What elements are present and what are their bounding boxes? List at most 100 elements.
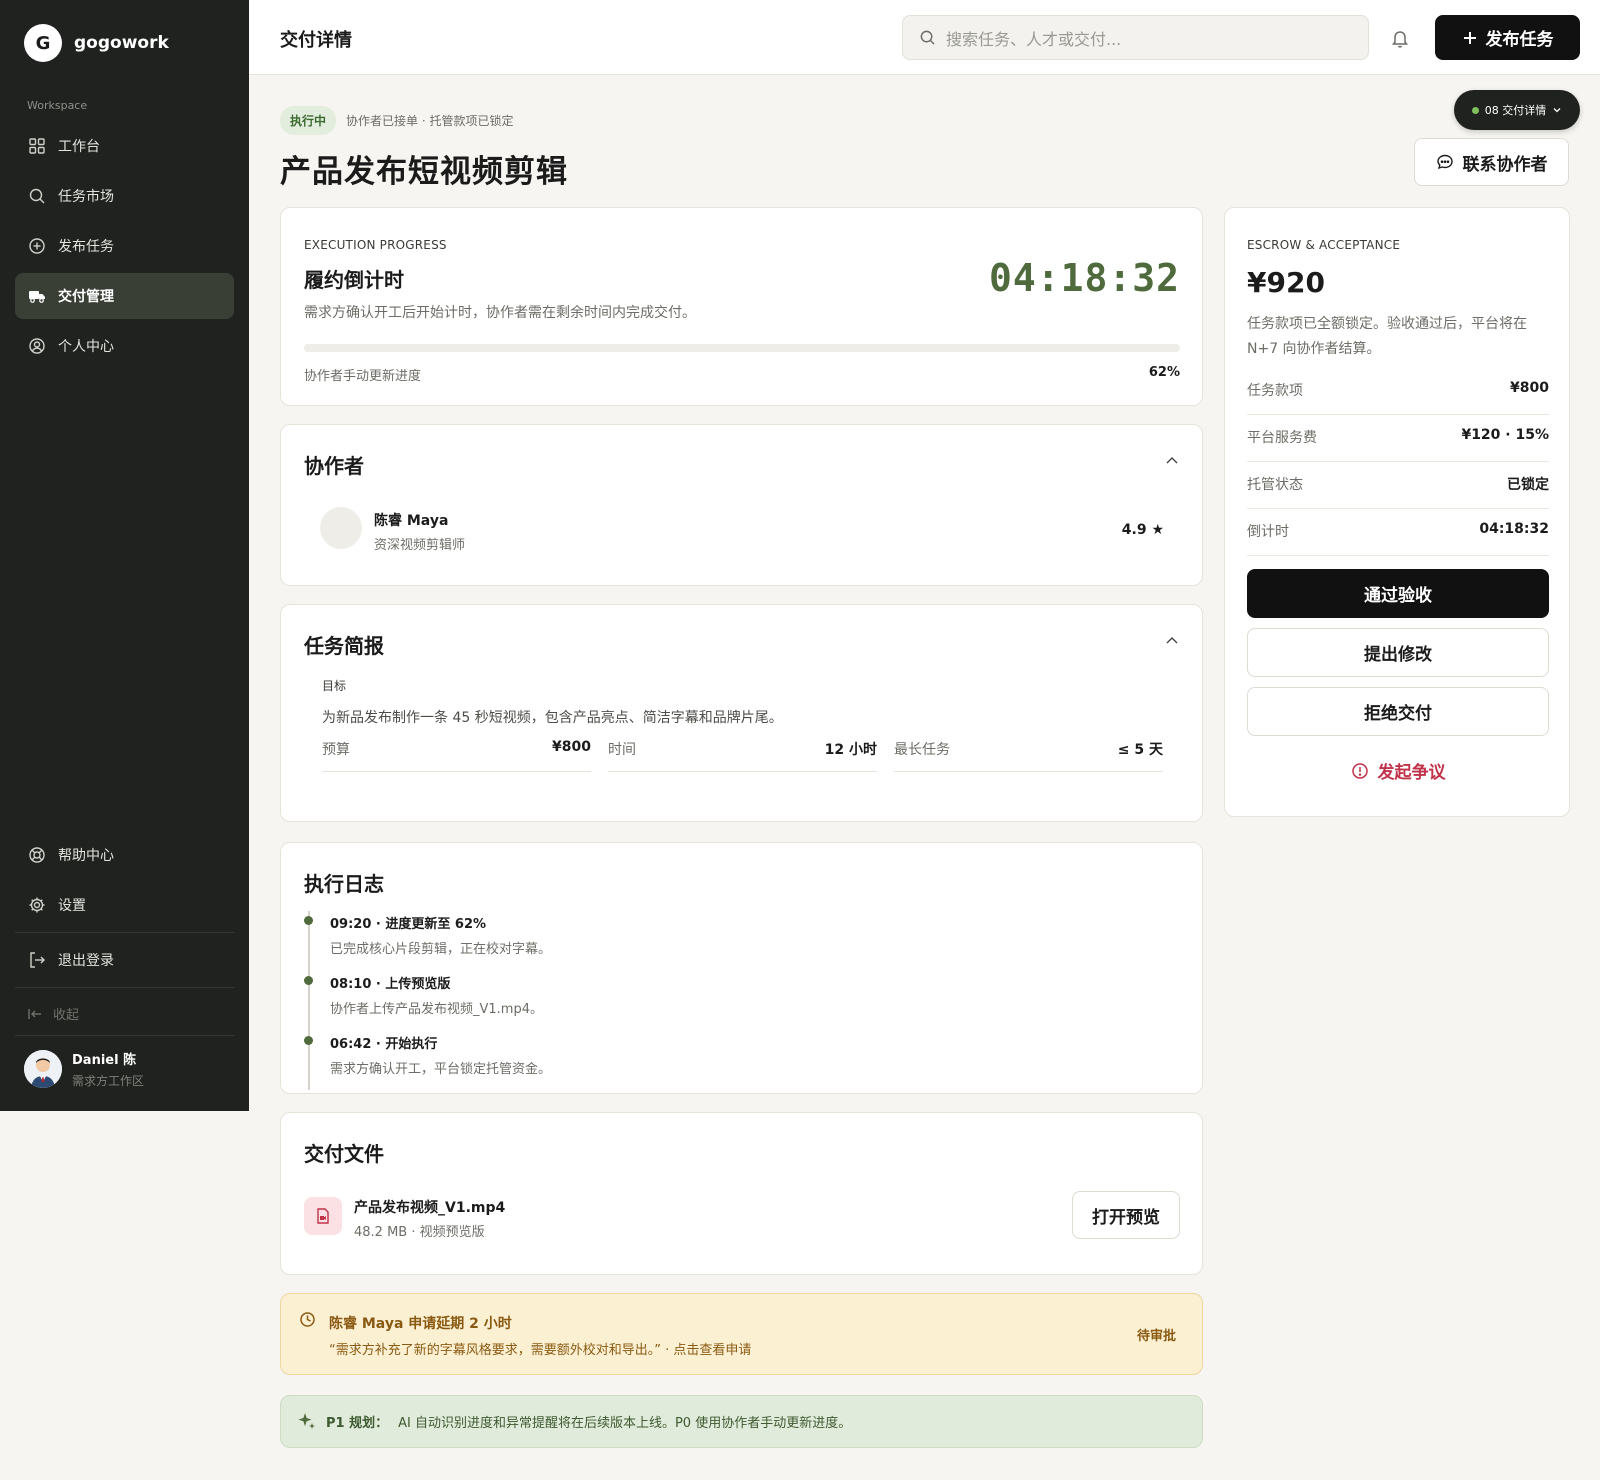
divider [15,932,234,933]
escrow-card: ESCROW & ACCEPTANCE ¥920 任务款项已全额锁定。验收通过后… [1224,207,1570,817]
sidebar-nav: 工作台 任务市场 发布任务 交付管理 个人中心 [15,123,234,373]
user-workspace: 需求方工作区 [72,1074,145,1088]
chat-icon [1436,154,1453,170]
lifebuoy-icon [29,847,45,863]
grid-icon [29,138,45,154]
gear-icon [29,897,45,913]
notice-title: 陈睿 Maya 申请延期 2 小时 [329,1316,512,1332]
escrow-row-label: 平台服务费 [1247,430,1317,446]
publish-task-button[interactable]: 发布任务 [1435,15,1580,60]
workspace-label: Workspace [27,99,88,112]
file-name[interactable]: 产品发布视频_V1.mp4 [354,1197,505,1217]
contact-label: 联系协作者 [1462,154,1548,175]
collaborator-card: 协作者 陈睿 Maya 资深视频剪辑师 4.9 ★ [280,424,1203,586]
escrow-row: 托管状态 已锁定 [1247,474,1549,509]
log-entry-desc: 需求方确认开工，平台锁定托管资金。 [330,1062,552,1077]
sidebar-item-profile[interactable]: 个人中心 [15,323,234,369]
collapse-button[interactable]: 收起 [27,1004,79,1023]
sidebar-item-label: 交付管理 [58,289,114,305]
sidebar-item-label: 帮助中心 [58,848,114,864]
sidebar-item-label: 任务市场 [58,189,114,205]
escrow-eyebrow: ESCROW & ACCEPTANCE [1247,238,1401,252]
collaborator-name: 陈睿 Maya [374,513,449,529]
sidebar-item-logout[interactable]: 退出登录 [15,937,234,983]
collaborator-rating: 4.9 ★ [1121,522,1164,538]
escrow-amount: ¥920 [1247,266,1325,299]
accept-delivery-button[interactable]: 通过验收 [1247,569,1549,618]
delivery-files-card: 交付文件 产品发布视频_V1.mp4 48.2 MB · 视频预览版 打开预览 [280,1112,1203,1275]
progress-eyebrow: EXECUTION PROGRESS [304,238,447,252]
raise-dispute-button[interactable]: 发起争议 [1225,758,1571,783]
dispute-label: 发起争议 [1377,763,1446,783]
progress-bar [304,344,1180,352]
notice-status: 待审批 [1136,1329,1176,1344]
status-subtitle: 协作者已接单 · 托管款项已锁定 [346,114,514,128]
contact-collaborator-button[interactable]: 联系协作者 [1414,138,1569,186]
avatar [24,1050,62,1088]
sidebar-item-label: 发布任务 [58,239,114,255]
sidebar-item-market[interactable]: 任务市场 [15,173,234,219]
reject-delivery-button[interactable]: 拒绝交付 [1247,687,1549,736]
sidebar-item-delivery[interactable]: 交付管理 [15,273,234,319]
search-input[interactable]: 搜索任务、人才或交付... [902,15,1369,60]
timeline-line [308,911,310,1090]
section-jump-dropdown[interactable]: 08 交付详情 [1454,90,1580,130]
notice-desc: “需求方补充了新的字幕风格要求，需要额外校对和导出。” · 点击查看申请 [329,1343,752,1358]
search-icon [920,30,935,45]
request-revision-button[interactable]: 提出修改 [1247,628,1549,677]
log-entry-title: 06:42 · 开始执行 [330,1037,438,1052]
escrow-row: 倒计时 04:18:32 [1247,521,1549,556]
sidebar-item-label: 工作台 [58,139,100,155]
publish-label: 发布任务 [1485,30,1554,50]
logout-icon [30,952,45,968]
sidebar-item-help[interactable]: 帮助中心 [15,832,234,878]
status-badge: 执行中 [280,106,337,135]
brand-logo: G [24,24,62,62]
progress-bar-fill [304,344,848,352]
search-placeholder: 搜索任务、人才或交付... [946,29,1122,49]
divider [15,1035,234,1036]
file-meta: 48.2 MB · 视频预览版 [354,1225,485,1240]
collapse-label: 收起 [53,1008,80,1023]
sparkle-icon [298,1413,315,1429]
task-brief-card: 任务简报 目标 为新品发布制作一条 45 秒短视频，包含产品亮点、简洁字幕和品牌… [280,604,1203,822]
metric-max-duration: 最长任务 ≤ 5 天 [894,739,1163,772]
user-profile[interactable]: Daniel 陈 需求方工作区 [24,1049,144,1089]
timeline-dot [304,976,313,985]
bell-icon[interactable] [1389,27,1411,49]
progress-label: 协作者手动更新进度 [304,369,422,384]
timeline-dot [304,916,313,925]
page-title: 产品发布短视频剪辑 [280,154,568,190]
log-entry-title: 08:10 · 上传预览版 [330,977,451,992]
extension-request-notice[interactable]: 陈睿 Maya 申请延期 2 小时 “需求方补充了新的字幕风格要求，需要额外校对… [280,1293,1203,1375]
sidebar-item-dashboard[interactable]: 工作台 [15,123,234,169]
sidebar: G gogowork Workspace 工作台 任务市场 发布任务 交付管理 … [0,0,249,1111]
escrow-row-value: ¥120 · 15% [1461,427,1549,443]
metric-label: 预算 [322,742,350,758]
timeline-dot [304,1036,313,1045]
sidebar-item-label: 个人中心 [58,339,114,355]
search-icon [29,188,45,204]
plan-text: AI 自动识别进度和异常提醒将在后续版本上线。P0 使用协作者手动更新进度。 [398,1416,852,1431]
collaborator-role: 资深视频剪辑师 [374,538,466,553]
live-dot [1471,106,1479,114]
escrow-row-value: 04:18:32 [1479,521,1549,537]
escrow-row-value: 已锁定 [1507,477,1549,493]
brief-title: 任务简报 [304,634,384,658]
video-file-icon [304,1197,342,1235]
chevron-up-icon[interactable] [1164,453,1180,469]
sidebar-item-settings[interactable]: 设置 [15,882,234,928]
countdown-timer: 04:18:32 [988,256,1180,300]
escrow-row: 任务款项 ¥800 [1247,380,1549,415]
section-jump-label: 08 交付详情 [1484,104,1547,117]
open-preview-button[interactable]: 打开预览 [1072,1191,1180,1239]
brand[interactable]: G gogowork [24,24,169,62]
log-title: 执行日志 [304,872,384,896]
metric-value: ≤ 5 天 [1117,742,1163,758]
goal-text: 为新品发布制作一条 45 秒短视频，包含产品亮点、简洁字幕和品牌片尾。 [322,710,783,726]
status-row: 执行中 协作者已接单 · 托管款项已锁定 [280,106,513,135]
avatar [320,507,362,549]
sidebar-item-publish[interactable]: 发布任务 [15,223,234,269]
chevron-up-icon[interactable] [1164,633,1180,649]
page-heading: 交付详情 [280,30,352,51]
